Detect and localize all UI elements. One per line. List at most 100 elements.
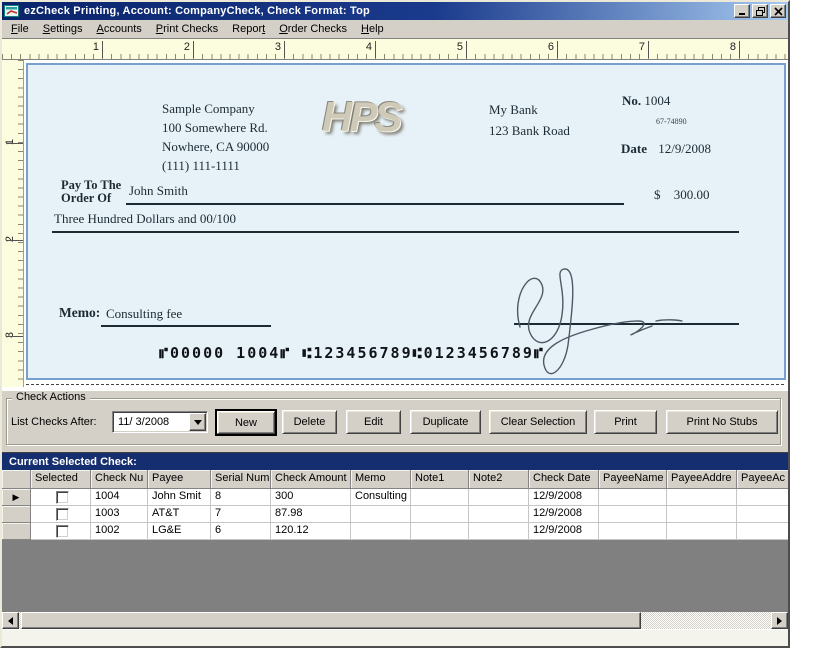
- grid-cell[interactable]: [737, 506, 788, 523]
- ruler-major-tick: [375, 41, 376, 58]
- grid-cell[interactable]: Consulting: [351, 489, 411, 506]
- grid-cell[interactable]: [737, 523, 788, 540]
- grid-cell[interactable]: AT&T: [148, 506, 211, 523]
- menu-item-file[interactable]: File: [4, 21, 36, 37]
- grid-cell[interactable]: John Smit: [148, 489, 211, 506]
- column-header-note1[interactable]: Note1: [411, 470, 469, 489]
- new-button[interactable]: New: [215, 409, 277, 436]
- menu-item-accounts[interactable]: Accounts: [90, 21, 149, 37]
- table-row[interactable]: ▶ 1004 John Smit 8 300 Consulting 12/9/2008: [2, 489, 788, 506]
- menu-item-order-checks[interactable]: Order Checks: [272, 21, 354, 37]
- company-city: Nowhere, CA 90000: [162, 139, 270, 154]
- grid-header-row: Selected Check Nu Payee Serial Num Check Amo…: [2, 470, 788, 489]
- grid-cell[interactable]: [667, 489, 737, 506]
- grid-cell[interactable]: [411, 523, 469, 540]
- signature-scribble: [516, 268, 683, 375]
- row-selector-cell[interactable]: [2, 506, 31, 523]
- scrollbar-thumb[interactable]: [21, 612, 641, 629]
- grid-cell[interactable]: [469, 506, 529, 523]
- grid-cell[interactable]: 12/9/2008: [529, 506, 599, 523]
- menu-item-report[interactable]: Report: [225, 21, 272, 37]
- list-checks-after-combobox[interactable]: 11/ 3/2008: [112, 411, 208, 433]
- grid-cell[interactable]: [469, 489, 529, 506]
- grid-cell[interactable]: [351, 506, 411, 523]
- column-header-memo[interactable]: Memo: [351, 470, 411, 489]
- grid-cell[interactable]: 8: [211, 489, 271, 506]
- menu-item-print-checks[interactable]: Print Checks: [149, 21, 225, 37]
- amount-value: 300.00: [673, 187, 710, 202]
- grid-cell[interactable]: 1002: [91, 523, 148, 540]
- clear-selection-button[interactable]: Clear Selection: [489, 410, 587, 434]
- print-no-stubs-button[interactable]: Print No Stubs: [666, 410, 778, 434]
- close-button[interactable]: [770, 4, 786, 18]
- column-header-payeeac[interactable]: PayeeAc: [737, 470, 788, 489]
- check-preview[interactable]: Sample Company 100 Somewhere Rd. Nowhere…: [26, 63, 786, 380]
- ruler-number: 3: [274, 41, 281, 53]
- grid-cell[interactable]: [599, 523, 667, 540]
- minimize-button[interactable]: [734, 4, 750, 18]
- column-header-payeename[interactable]: PayeeName: [599, 470, 667, 489]
- grid-cell[interactable]: 12/9/2008: [529, 489, 599, 506]
- horizontal-ruler: 1 2 3 4 5 6 7 8: [2, 39, 788, 60]
- grid-cell[interactable]: [469, 523, 529, 540]
- check-actions-section: Check Actions List Checks After: 11/ 3/2…: [2, 391, 788, 452]
- row-checkbox[interactable]: [56, 525, 69, 538]
- horizontal-scrollbar[interactable]: [2, 612, 788, 629]
- grid-cell[interactable]: [667, 523, 737, 540]
- checks-grid: Selected Check Nu Payee Serial Num Check Amo…: [2, 470, 788, 612]
- ruler-number: 3: [4, 331, 16, 339]
- print-button[interactable]: Print: [594, 410, 657, 434]
- grid-cell[interactable]: [351, 523, 411, 540]
- column-header-payeeaddre[interactable]: PayeeAddre: [667, 470, 737, 489]
- grid-cell[interactable]: [737, 489, 788, 506]
- date-filter-value: 11/ 3/2008: [118, 416, 170, 428]
- column-header-payee[interactable]: Payee: [148, 470, 211, 489]
- edit-button[interactable]: Edit: [346, 410, 401, 434]
- duplicate-button[interactable]: Duplicate: [410, 410, 481, 434]
- vertical-ruler: 1 2 3: [2, 60, 24, 387]
- scroll-right-button[interactable]: [771, 612, 788, 629]
- row-checkbox[interactable]: [56, 491, 69, 504]
- menu-item-help[interactable]: Help: [354, 21, 391, 37]
- column-header-selected[interactable]: Selected: [31, 470, 91, 489]
- row-checkbox[interactable]: [56, 508, 69, 521]
- grid-cell[interactable]: 12/9/2008: [529, 523, 599, 540]
- combobox-dropdown-button[interactable]: [189, 413, 206, 431]
- ruler-number: 6: [547, 41, 554, 53]
- ruler-minor-ticks: [18, 60, 23, 387]
- grid-cell[interactable]: 87.98: [271, 506, 351, 523]
- grid-cell[interactable]: [667, 506, 737, 523]
- column-header-check-date[interactable]: Check Date: [529, 470, 599, 489]
- grid-cell[interactable]: 120.12: [271, 523, 351, 540]
- title-bar[interactable]: ezCheck Printing, Account: CompanyCheck,…: [2, 2, 788, 20]
- grid-cell[interactable]: 1004: [91, 489, 148, 506]
- column-header-serial-num[interactable]: Serial Num: [211, 470, 271, 489]
- ruler-number: 4: [365, 41, 372, 53]
- table-row[interactable]: 1002 LG&E 6 120.12 12/9/2008: [2, 523, 788, 540]
- ruler-number: 1: [92, 41, 99, 53]
- ruler-major-tick: [648, 41, 649, 58]
- chevron-down-icon: [193, 419, 202, 425]
- menu-item-settings[interactable]: Settings: [36, 21, 90, 37]
- grid-cell[interactable]: [411, 506, 469, 523]
- grid-cell[interactable]: 300: [271, 489, 351, 506]
- grid-cell[interactable]: [599, 506, 667, 523]
- grid-cell[interactable]: 6: [211, 523, 271, 540]
- delete-button[interactable]: Delete: [282, 410, 337, 434]
- ruler-major-tick: [739, 41, 740, 58]
- restore-button[interactable]: [752, 4, 768, 18]
- grid-cell[interactable]: 1003: [91, 506, 148, 523]
- row-selector-cell[interactable]: ▶: [2, 489, 31, 506]
- grid-cell[interactable]: LG&E: [148, 523, 211, 540]
- row-selector-cell[interactable]: [2, 523, 31, 540]
- selected-cell: [31, 523, 91, 540]
- column-header-note2[interactable]: Note2: [469, 470, 529, 489]
- table-row[interactable]: 1003 AT&T 7 87.98 12/9/2008: [2, 506, 788, 523]
- scroll-left-button[interactable]: [2, 612, 19, 629]
- ruler-minor-ticks: [2, 54, 788, 59]
- column-header-check-nu[interactable]: Check Nu: [91, 470, 148, 489]
- column-header-check-amount[interactable]: Check Amount: [271, 470, 351, 489]
- grid-cell[interactable]: 7: [211, 506, 271, 523]
- grid-cell[interactable]: [411, 489, 469, 506]
- grid-cell[interactable]: [599, 489, 667, 506]
